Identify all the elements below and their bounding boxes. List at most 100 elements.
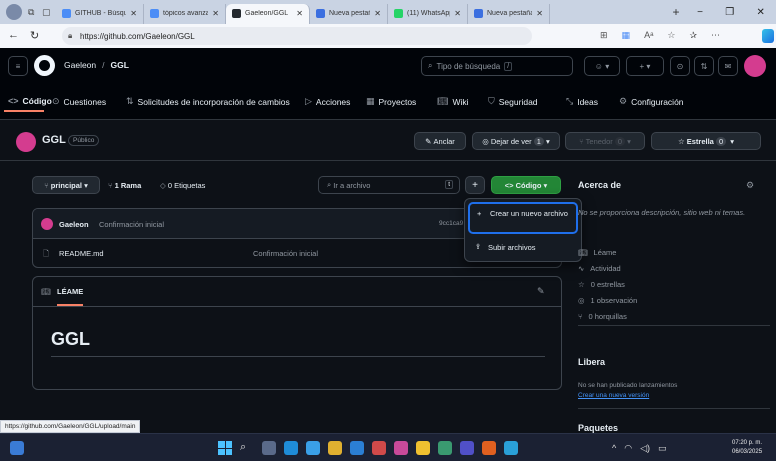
app-icon[interactable]: ▦ — [622, 30, 631, 41]
code-button[interactable]: <> Código ▾ — [491, 176, 561, 194]
upload-files-item[interactable]: ⇪ Subir archivos — [468, 239, 578, 257]
gear-icon[interactable]: ⚙ — [746, 180, 754, 191]
issues-icon[interactable]: ⊙ — [670, 56, 690, 76]
taskbar-app-icon[interactable] — [372, 441, 386, 455]
visibility-badge: Público — [68, 135, 100, 146]
taskbar-app-icon[interactable] — [328, 441, 342, 455]
taskbar-app-icon[interactable] — [482, 441, 496, 455]
close-tab-icon[interactable]: ✕ — [130, 9, 137, 18]
search-input[interactable]: ⌕ Tipo de búsqueda / — [421, 56, 573, 76]
tags-link[interactable]: ◇ 0 Etiquetas — [160, 181, 205, 190]
releases-title[interactable]: Libera — [578, 357, 605, 367]
tab-projects[interactable]: ▦ Proyectos — [366, 96, 416, 107]
widgets-icon[interactable] — [10, 441, 24, 455]
close-window-icon[interactable]: ✕ — [756, 7, 764, 18]
taskbar-app-icon[interactable] — [262, 441, 276, 455]
close-tab-icon[interactable]: ✕ — [536, 9, 543, 18]
user-avatar[interactable] — [744, 55, 766, 77]
commit-author[interactable]: Gaeleon — [59, 220, 89, 229]
workspaces-icon[interactable]: ⧉ — [28, 7, 42, 18]
inbox-icon[interactable]: ✉ — [718, 56, 738, 76]
taskbar-app-icon[interactable] — [438, 441, 452, 455]
edit-pencil-icon[interactable]: ✎ — [537, 286, 545, 297]
volume-icon[interactable]: ◁) — [640, 443, 650, 454]
create-new-file-item[interactable]: + Crear un nuevo archivo — [468, 202, 578, 234]
taskbar-app-icon[interactable] — [350, 441, 364, 455]
sidebar-item-star[interactable]: ☆ 0 estrellas — [578, 280, 625, 289]
owner-link[interactable]: Gaeleon — [64, 60, 96, 70]
tab-security[interactable]: ⛉ Seguridad — [488, 96, 538, 107]
tab-label: Cuestiones — [63, 96, 107, 107]
sidebar-item-fork[interactable]: ⑂ 0 horquillas — [578, 312, 627, 321]
address-bar[interactable]: 🔒︎ https://github.com/Gaeleon/GGL — [62, 27, 532, 45]
file-name-link[interactable]: README.md — [59, 249, 104, 258]
restore-icon[interactable]: ❐ — [725, 7, 734, 18]
pull-requests-icon[interactable]: ⇅ — [694, 56, 714, 76]
go-to-file-input[interactable]: ⌕ Ir a archivo t — [318, 176, 460, 194]
tab-actions-icon[interactable]: ▢ — [42, 7, 56, 18]
tab-actions[interactable]: ▷ Acciones — [305, 96, 350, 107]
repo-name[interactable]: GGL — [42, 134, 66, 146]
tab-settings[interactable]: ⚙ Configuración — [619, 96, 684, 107]
wifi-icon[interactable]: ◠ — [624, 443, 632, 454]
split-icon[interactable]: ⊞ — [600, 30, 608, 41]
close-tab-icon[interactable]: ✕ — [454, 9, 461, 18]
browser-tab[interactable]: Nueva pestaña✕ — [468, 3, 550, 24]
create-release-link[interactable]: Crear una nueva versión — [578, 392, 649, 399]
copilot-button[interactable]: ☺ ▾ — [584, 56, 620, 76]
add-file-button[interactable]: + — [465, 176, 485, 194]
taskbar-app-icon[interactable] — [416, 441, 430, 455]
favorite-icon[interactable]: ☆ — [667, 30, 675, 41]
taskbar-app-icon[interactable] — [306, 441, 320, 455]
browser-tab[interactable]: GITHUB - Búsqu ✕ — [56, 3, 144, 24]
start-button[interactable] — [218, 441, 232, 455]
sidebar-item-pulse[interactable]: ∿ Actividad — [578, 264, 621, 273]
close-tab-icon[interactable]: ✕ — [212, 9, 219, 18]
taskbar-app-icon[interactable] — [284, 441, 298, 455]
hamburger-menu-icon[interactable]: ≡ — [8, 56, 28, 76]
profile-icon[interactable] — [6, 4, 22, 20]
tab-insights[interactable]: ⤡ Ideas — [566, 96, 598, 107]
file-commit-message[interactable]: Confirmación inicial — [253, 249, 318, 258]
battery-icon[interactable]: ▭ — [658, 443, 667, 454]
tab-pull-requests[interactable]: ⇅ Solicitudes de incorporación de cambios — [126, 96, 290, 107]
commit-message[interactable]: Confirmación inicial — [99, 220, 164, 229]
readme-tab[interactable]: LÉAME — [57, 287, 84, 306]
close-tab-icon[interactable]: ✕ — [374, 9, 381, 18]
fork-button[interactable]: ⑂ Tenedor 0 ▾ — [565, 132, 645, 150]
browser-tab[interactable]: (11) WhatsApp ✕ — [388, 3, 468, 24]
new-tab-button[interactable]: + — [666, 5, 686, 19]
sidebar-item-eye[interactable]: ◎ 1 observación — [578, 296, 637, 305]
tab-code[interactable]: <> Código — [8, 96, 52, 106]
taskbar-app-icon[interactable] — [460, 441, 474, 455]
taskbar-app-icon[interactable] — [504, 441, 518, 455]
star-button[interactable]: ☆ Estrella 0 ▾ — [651, 132, 761, 150]
watch-button[interactable]: ◎ Dejar de ver 1 ▾ — [472, 132, 560, 150]
copilot-icon[interactable] — [762, 29, 774, 43]
screen: ⧉ ▢ GITHUB - Búsqu✕tópicos avanzado✕Gael… — [0, 0, 776, 461]
branches-link[interactable]: ⑂ 1 Rama — [108, 181, 141, 190]
repo-link[interactable]: GGL — [111, 60, 129, 70]
packages-title[interactable]: Paquetes — [578, 423, 618, 433]
tray-overflow-icon[interactable]: ^ — [612, 443, 616, 454]
taskbar-app-icon[interactable] — [394, 441, 408, 455]
minimize-icon[interactable]: − — [697, 7, 703, 18]
tab-wiki[interactable]: 📖︎ Wiki — [437, 96, 469, 107]
pin-button[interactable]: ✎ Anclar — [414, 132, 466, 150]
browser-tab[interactable]: tópicos avanzado ✕ — [144, 3, 226, 24]
browser-tab[interactable]: Gaeleon/GGL ✕ — [226, 3, 310, 24]
sidebar-item-book[interactable]: 📖︎ Léame — [578, 248, 616, 257]
tab-issues[interactable]: ⊙ Cuestiones — [52, 96, 106, 107]
create-new-button[interactable]: + ▾ — [626, 56, 664, 76]
more-icon[interactable]: ⋯ — [711, 30, 720, 41]
browser-tab[interactable]: Nueva pestaña✕ — [310, 3, 388, 24]
refresh-icon[interactable]: ↻ — [30, 29, 39, 42]
branch-selector[interactable]: ⑂ principal ▾ — [32, 176, 100, 194]
close-tab-icon[interactable]: ✕ — [296, 9, 303, 18]
read-aloud-icon[interactable]: Aᵃ — [644, 30, 653, 41]
search-icon[interactable]: ⌕ — [240, 441, 254, 455]
clock[interactable]: 07:20 p. m. 06/03/2025 — [732, 439, 762, 457]
back-icon[interactable]: ← — [8, 29, 19, 41]
github-logo-icon[interactable] — [34, 55, 55, 76]
favorites-bar-icon[interactable]: ✰ — [690, 30, 698, 41]
